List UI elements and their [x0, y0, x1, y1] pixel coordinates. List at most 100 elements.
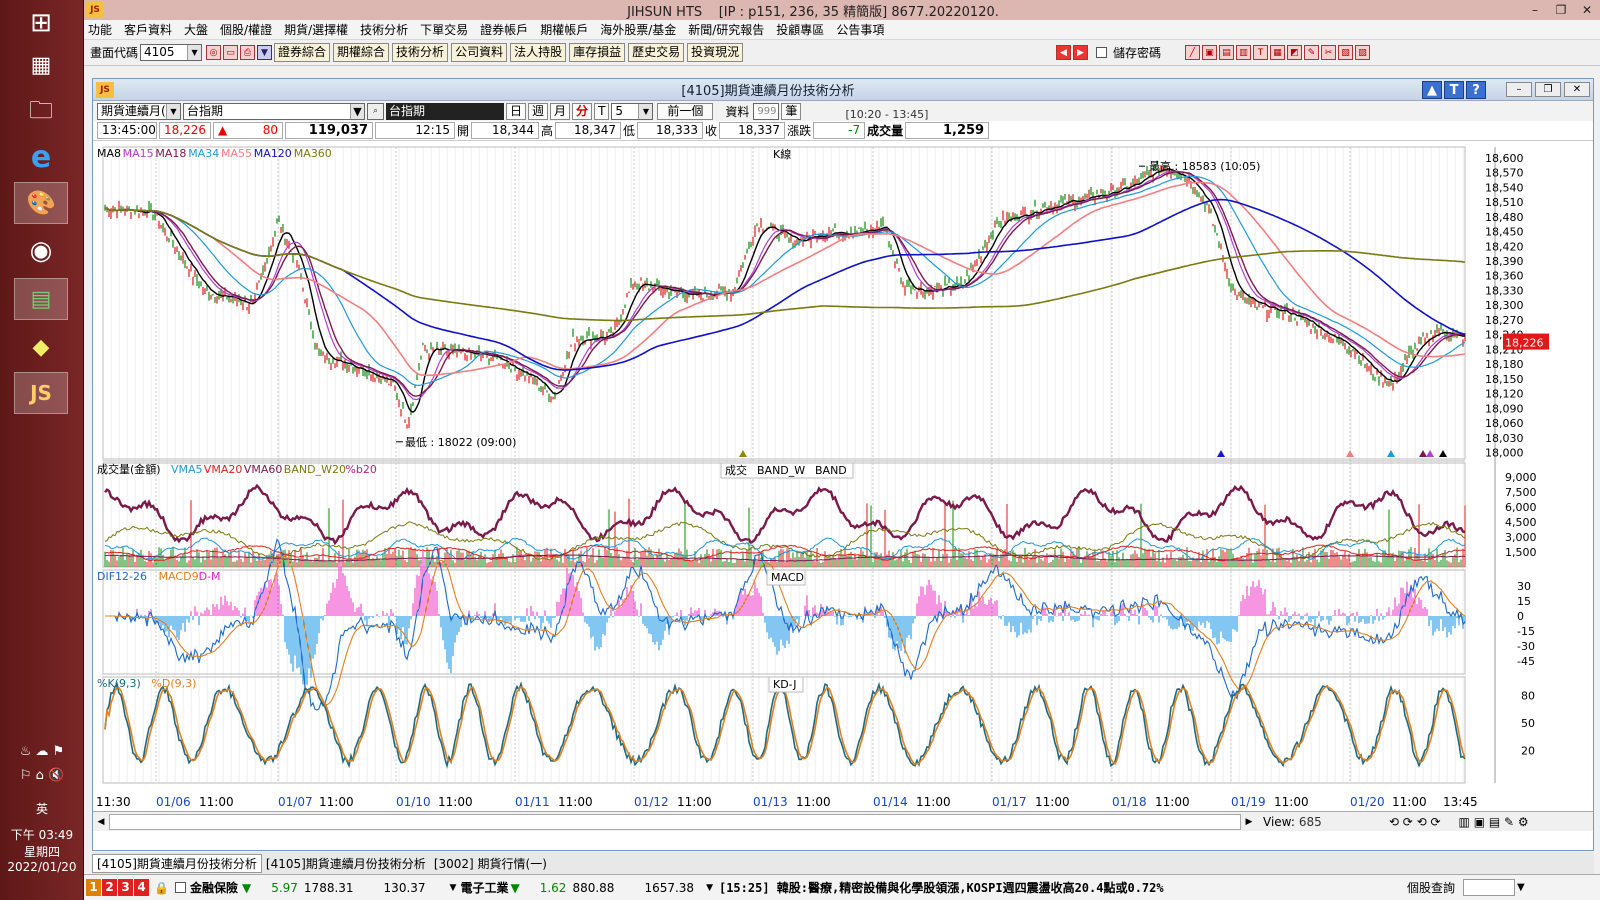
period-day-button[interactable]: 日 [506, 102, 527, 120]
x-axis-tick: 11:00 [558, 795, 593, 809]
volume-legend-item: %b20 [345, 463, 376, 476]
restore-button[interactable]: ❐ [1548, 3, 1574, 17]
tray-icons-row1[interactable]: ♨ ☁ ⚑ [0, 744, 84, 759]
menu-item-function[interactable]: 功能 [88, 21, 112, 38]
chart-close-button[interactable]: ✕ [1564, 82, 1590, 97]
ticker-checkbox[interactable] [174, 882, 186, 893]
draw-line-icon[interactable]: ╱ [1185, 45, 1200, 60]
menu-item-news[interactable]: 新聞/研究報告 [688, 21, 764, 38]
notes-icon[interactable]: ◆ [14, 326, 68, 368]
previous-button[interactable]: 前一個 [657, 102, 714, 120]
scroll-track[interactable] [109, 813, 1241, 830]
save-password-checkbox[interactable] [1095, 47, 1107, 58]
product-select[interactable]: 台指期 ▼ [183, 102, 365, 120]
chrome-icon[interactable]: ◉ [14, 230, 68, 272]
arrow-right-icon[interactable]: ▶ [1072, 45, 1088, 60]
scroll-left-icon[interactable]: ◀ [93, 817, 109, 827]
screen-2-button[interactable]: 2 [102, 879, 117, 896]
window-app-icon[interactable]: ▦ [14, 44, 68, 86]
tool-icon-3[interactable]: ▤ [1219, 45, 1234, 60]
open-value: 18,344 [471, 122, 540, 139]
technical-charts[interactable]: MA8 MA15 MA18 MA34 MA55 MA120 MA360 K線最高 : 1858… [93, 143, 1593, 811]
technical-analysis-button[interactable]: 技術分析 [392, 43, 449, 62]
tab-futures-quote[interactable]: [3002] 期貨行情(一) [430, 855, 551, 872]
window-icon[interactable]: ▭ [223, 45, 239, 60]
trade-history-button[interactable]: 歷史交易 [628, 43, 685, 62]
menu-item-overseas[interactable]: 海外股票/基金 [600, 21, 676, 38]
tab-chart-2[interactable]: [4105]期貨連續月份技術分析 [262, 855, 430, 872]
ticker-dropdown-icon[interactable]: ▼ [450, 883, 457, 893]
institutional-holdings-button[interactable]: 法人持股 [510, 43, 567, 62]
menu-item-advisor[interactable]: 投顧專區 [776, 21, 824, 38]
t-mode-icon[interactable]: T [1444, 80, 1464, 99]
menu-item-client[interactable]: 客戶資料 [124, 21, 172, 38]
menu-item-order[interactable]: 下單交易 [420, 21, 468, 38]
search-icon[interactable]: ◎ [206, 45, 222, 60]
tool-icon-11[interactable]: ▨ [1355, 45, 1370, 60]
tool-icon-9[interactable]: ✂ [1321, 45, 1336, 60]
period-week-button[interactable]: 週 [528, 102, 549, 120]
period-month-button[interactable]: 月 [550, 102, 571, 120]
ie-browser-icon[interactable]: e [14, 136, 68, 178]
inventory-pnl-button[interactable]: 庫存損益 [569, 43, 626, 62]
text-tool-icon[interactable]: T [1253, 45, 1268, 60]
menu-item-securities-account[interactable]: 證券帳戶 [480, 21, 528, 38]
tool-icon-10[interactable]: ▧ [1338, 45, 1353, 60]
print-icon[interactable]: ⎙ [240, 45, 256, 60]
minutes-select[interactable]: 5 ▼ [611, 102, 654, 120]
futures-summary-button[interactable]: 期權綜合 [333, 43, 390, 62]
tray-language[interactable]: 英 [0, 800, 84, 817]
ticker-dropdown-icon-2[interactable]: ▼ [706, 883, 713, 893]
help-icon[interactable]: ? [1466, 80, 1486, 99]
product-type-select[interactable]: 期貨連續月(▼ [97, 102, 181, 120]
tray-icons-row2[interactable]: ⚐ ⌂ 🔇 [0, 768, 84, 783]
tool-icon-7[interactable]: ◩ [1287, 45, 1302, 60]
menu-item-announcement[interactable]: 公告事項 [836, 21, 884, 38]
query-dropdown-icon[interactable]: ▼ [1517, 882, 1525, 893]
minimize-button[interactable]: – [1522, 3, 1548, 17]
securities-summary-button[interactable]: 證券綜合 [274, 43, 331, 62]
chart-minimize-button[interactable]: – [1506, 82, 1532, 97]
tool-icon-8[interactable]: ✎ [1304, 45, 1319, 60]
menu-item-futures[interactable]: 期貨/選擇權 [284, 21, 348, 38]
tool-icon-6[interactable]: ▦ [1270, 45, 1285, 60]
tray-time[interactable]: 下午 03:49 [0, 826, 84, 843]
windows-start-icon[interactable]: ⊞ [14, 2, 68, 44]
scroll-right-icon[interactable]: ▶ [1241, 817, 1257, 827]
data-count-input[interactable]: 999 [753, 102, 780, 120]
tab-chart-1[interactable]: [4105]期貨連續月份技術分析 [92, 853, 262, 873]
file-explorer-icon[interactable]: 🗀 [14, 92, 68, 134]
news-ticker[interactable]: [15:25] 韓股:醫療,精密設備與化學股領漲,KOSPI週四震盪收高20.4… [719, 879, 1379, 896]
x-axis-tick: 11:00 [1155, 795, 1190, 809]
period-tick-button[interactable]: T [594, 102, 610, 120]
lock-icon[interactable]: 🔒 [154, 881, 169, 895]
down-triangle-icon-2: ▼ [510, 880, 520, 895]
screen-3-button[interactable]: 3 [118, 879, 133, 896]
search-icon[interactable]: ⌕ [367, 102, 384, 120]
investment-status-button[interactable]: 投資現況 [687, 43, 744, 62]
stock-query-input[interactable] [1463, 879, 1515, 896]
chart-scrollbar[interactable]: ◀ ▶ View: 685 ⟲ ⟳ ⟲ ⟳ ▥ ▣ ▤ ✎ ⚙ [93, 811, 1593, 831]
chart-tools-icons[interactable]: ⟲ ⟳ ⟲ ⟳ [1389, 815, 1441, 829]
menu-item-technical[interactable]: 技術分析 [360, 21, 408, 38]
chart-restore-button[interactable]: ❐ [1535, 82, 1561, 97]
tool-icon-2[interactable]: ▣ [1202, 45, 1217, 60]
menu-item-futures-account[interactable]: 期權帳戶 [540, 21, 588, 38]
menu-item-market[interactable]: 大盤 [184, 21, 208, 38]
close-button[interactable]: ✕ [1574, 3, 1600, 17]
spreadsheet-icon[interactable]: ▤ [14, 278, 68, 320]
tool-icon-4[interactable]: ▥ [1236, 45, 1251, 60]
jihsun-hts-icon[interactable]: JS [14, 372, 68, 414]
period-minute-button[interactable]: 分 [572, 102, 593, 120]
up-arrow-icon[interactable]: ▲ [1422, 80, 1442, 99]
paint-icon[interactable]: 🎨 [14, 182, 68, 224]
chart-settings-icons[interactable]: ▥ ▣ ▤ ✎ ⚙ [1459, 815, 1529, 829]
screen-code-input[interactable]: 4105 ▼ [140, 44, 203, 61]
menu-item-stocks[interactable]: 個股/權證 [220, 21, 272, 38]
company-info-button[interactable]: 公司資料 [451, 43, 508, 62]
screen-1-button[interactable]: 1 [86, 879, 101, 896]
kline-y-tick: 18,030 [1485, 432, 1524, 445]
screen-4-button[interactable]: 4 [134, 879, 149, 896]
arrow-left-icon[interactable]: ◀ [1055, 45, 1071, 60]
dropdown-icon[interactable]: ▼ [257, 45, 273, 60]
